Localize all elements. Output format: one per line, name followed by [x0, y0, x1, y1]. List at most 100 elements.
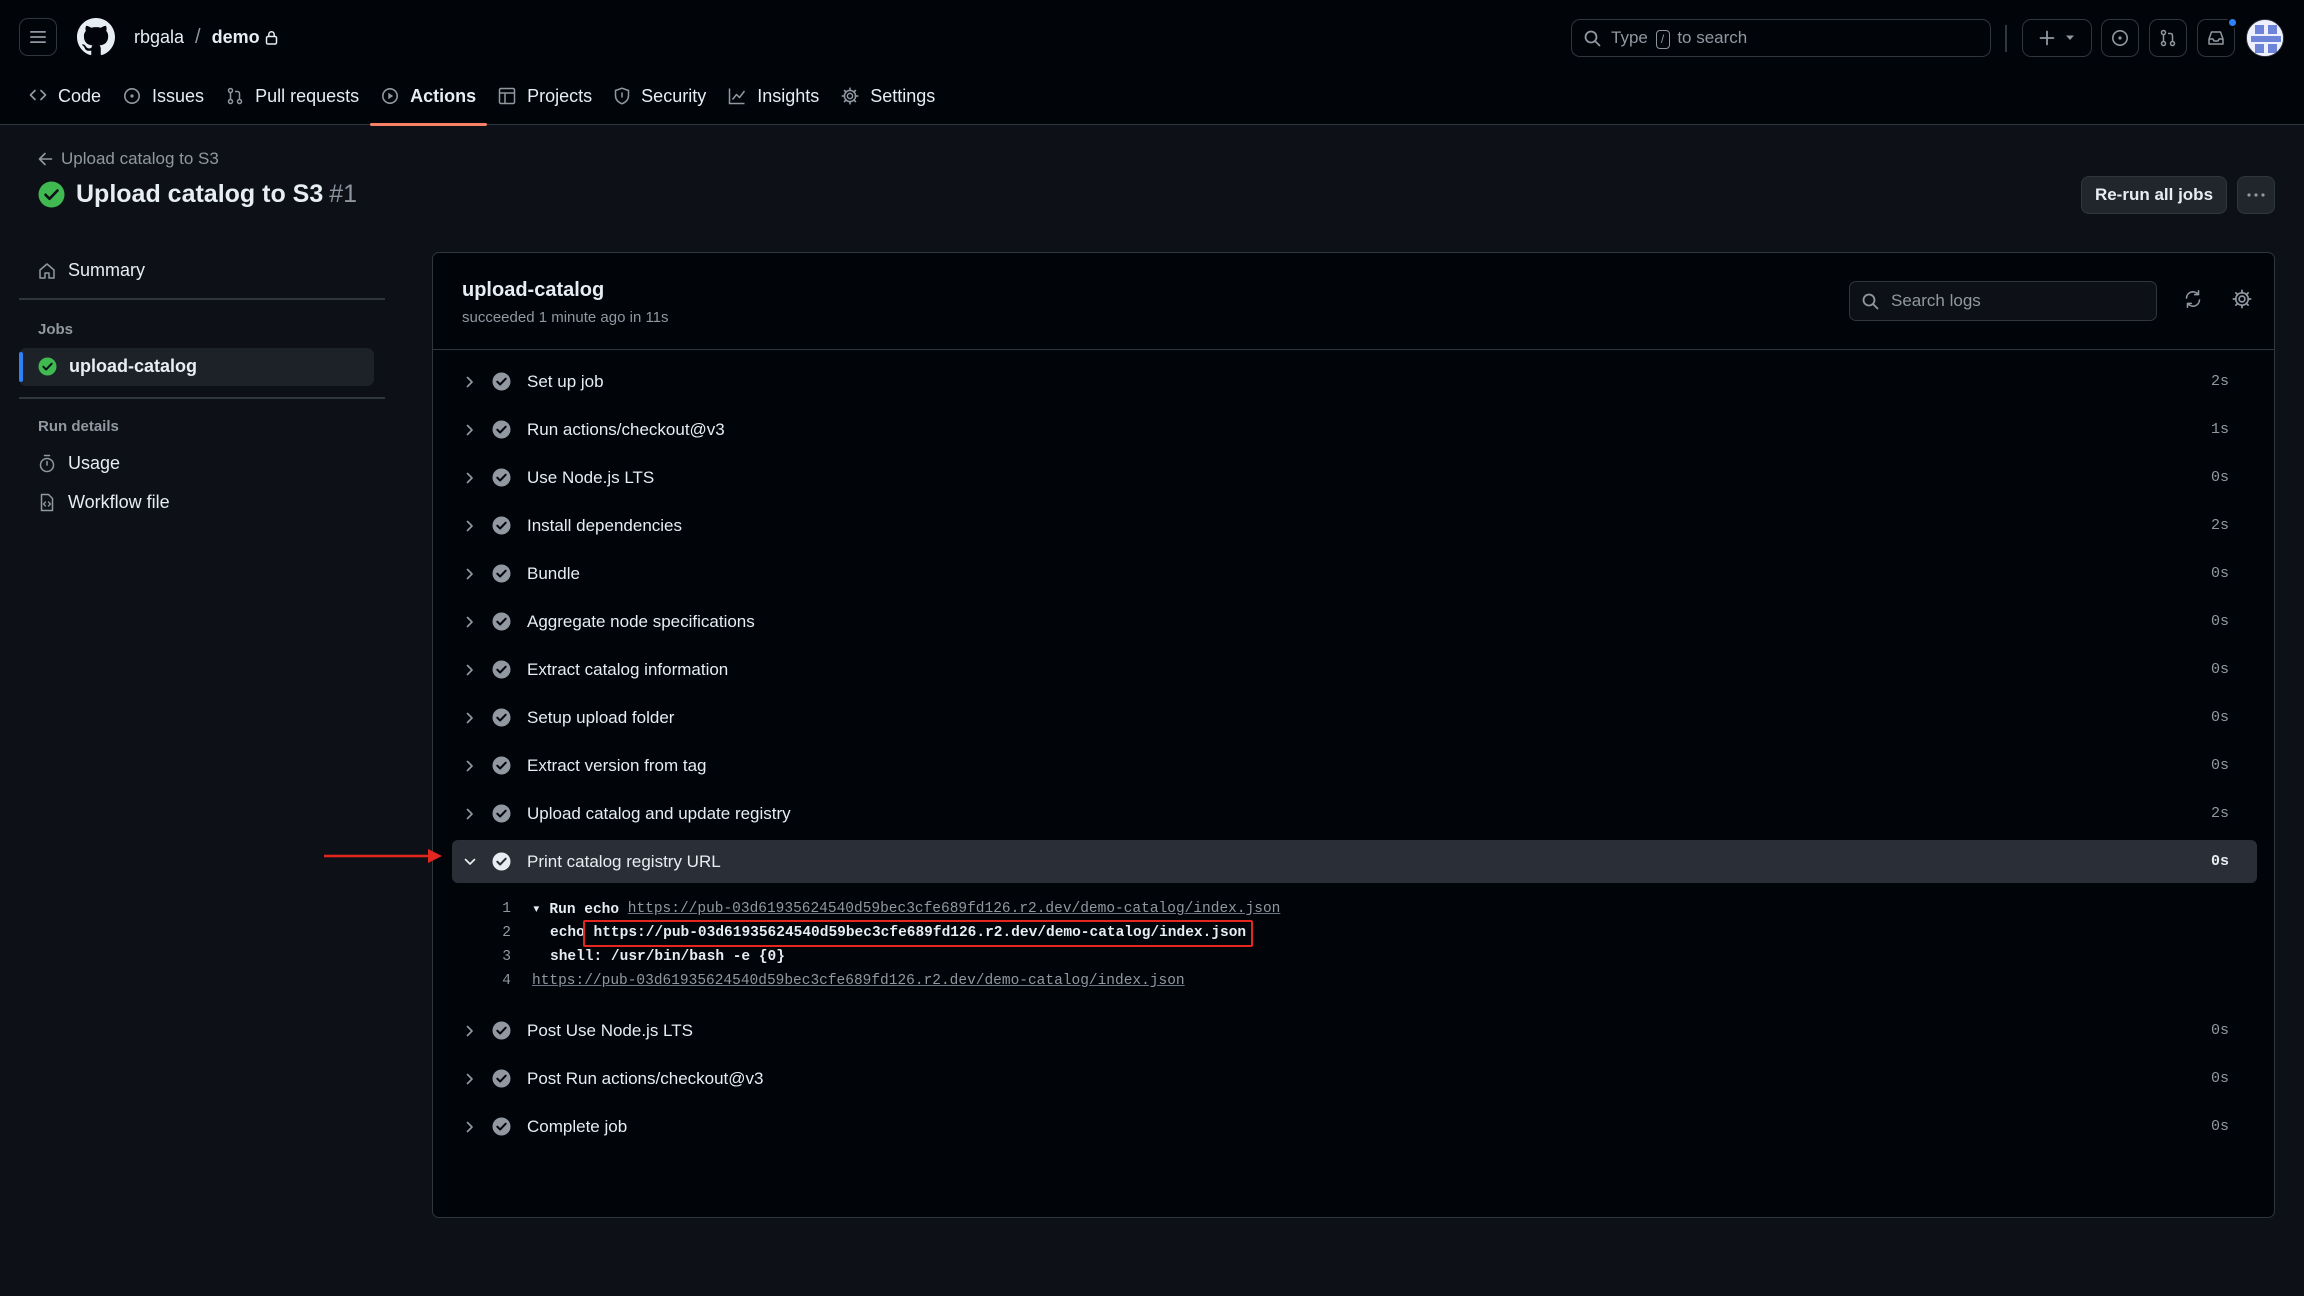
- tab-issues[interactable]: Issues: [112, 78, 215, 125]
- menu-button[interactable]: [19, 18, 57, 56]
- job-name: upload-catalog: [462, 279, 605, 301]
- plus-icon: [2039, 30, 2055, 46]
- sidebar-item-label: Workflow file: [68, 492, 170, 512]
- step-row[interactable]: Complete job 0s: [452, 1105, 2257, 1148]
- repo-nav-tabs: Code Issues Pull requests Actions Projec…: [18, 78, 946, 126]
- log-line: 3 shell: /usr/bin/bash -e {0}: [475, 945, 785, 969]
- check-circle-icon: [492, 468, 514, 487]
- step-duration: 1s: [2210, 421, 2229, 438]
- issues-button[interactable]: [2101, 19, 2139, 57]
- tab-security[interactable]: Security: [603, 78, 717, 125]
- log-settings-button[interactable]: [2232, 289, 2252, 309]
- step-row[interactable]: Extract catalog information 0s: [452, 648, 2257, 691]
- search-logs-input[interactable]: Search logs: [1849, 281, 2157, 321]
- tab-insights[interactable]: Insights: [717, 78, 830, 125]
- file-code-icon: [40, 493, 54, 512]
- owner-link[interactable]: rbgala: [134, 27, 184, 48]
- line-number: 2: [502, 925, 511, 941]
- create-new-button[interactable]: [2022, 19, 2092, 57]
- jobs-heading: Jobs: [38, 321, 74, 338]
- step-row[interactable]: Run actions/checkout@v3 1s: [452, 408, 2257, 451]
- tab-pull-requests[interactable]: Pull requests: [215, 78, 370, 125]
- log-url-link[interactable]: https://pub-03d61935624540d59bec3cfe689f…: [532, 973, 1185, 989]
- gear-icon: [2232, 289, 2252, 309]
- annotation-arrow-icon: [324, 849, 442, 863]
- step-row[interactable]: Extract version from tag 0s: [452, 744, 2257, 787]
- step-name: Print catalog registry URL: [527, 851, 721, 871]
- step-duration: 0s: [2210, 1118, 2229, 1135]
- check-circle-icon: [492, 804, 514, 823]
- tab-label: Projects: [527, 86, 593, 106]
- back-to-workflow-link[interactable]: Upload catalog to S3: [38, 149, 219, 169]
- sidebar-divider: [19, 397, 385, 399]
- step-row[interactable]: Post Run actions/checkout@v3 0s: [452, 1057, 2257, 1100]
- step-name: Set up job: [527, 371, 604, 391]
- sidebar-item-workflow-file[interactable]: Workflow file: [38, 492, 170, 513]
- tab-projects[interactable]: Projects: [487, 78, 603, 125]
- check-circle-fill-icon: [38, 357, 57, 376]
- stopwatch-icon: [39, 454, 55, 473]
- graph-icon: [728, 88, 746, 105]
- log-line: 1 ▾ Run echo https://pub-03d61935624540d…: [475, 897, 1280, 921]
- path-separator: /: [195, 26, 201, 48]
- more-options-button[interactable]: [2237, 176, 2275, 214]
- line-number: 1: [502, 901, 511, 917]
- pull-requests-button[interactable]: [2149, 19, 2187, 57]
- step-row[interactable]: Post Use Node.js LTS 0s: [452, 1009, 2257, 1052]
- step-row[interactable]: Set up job 2s: [452, 360, 2257, 403]
- chevron-right-icon: [452, 1121, 488, 1133]
- notification-indicator: [2227, 17, 2238, 28]
- tab-label: Pull requests: [255, 86, 360, 106]
- sidebar-item-upload-catalog[interactable]: upload-catalog: [38, 356, 197, 377]
- log-url-link[interactable]: https://pub-03d61935624540d59bec3cfe689f…: [628, 901, 1281, 917]
- log-line: 4 https://pub-03d61935624540d59bec3cfe68…: [475, 969, 1185, 993]
- chevron-right-icon: [452, 424, 488, 436]
- git-pull-request-icon: [2160, 29, 2176, 47]
- log-text[interactable]: ▾ Run echo: [532, 901, 619, 918]
- step-name: Upload catalog and update registry: [527, 803, 791, 823]
- repo-link[interactable]: demo: [212, 27, 260, 48]
- step-duration: 0s: [2210, 565, 2229, 582]
- tab-actions[interactable]: Actions: [370, 78, 488, 126]
- tab-settings[interactable]: Settings: [830, 78, 946, 125]
- page-title: Upload catalog to S3 #1: [38, 180, 357, 209]
- rerun-all-jobs-button[interactable]: Re-run all jobs: [2081, 176, 2227, 214]
- step-duration: 0s: [2210, 757, 2229, 774]
- refresh-logs-button[interactable]: [2183, 289, 2203, 309]
- step-row[interactable]: Aggregate node specifications 0s: [452, 600, 2257, 643]
- step-row[interactable]: Setup upload folder 0s: [452, 696, 2257, 739]
- step-name: Extract catalog information: [527, 659, 729, 679]
- table-icon: [498, 87, 516, 105]
- chevron-right-icon: [452, 568, 488, 580]
- run-title-text: Upload catalog to S3: [76, 180, 324, 208]
- step-row[interactable]: Bundle 0s: [452, 552, 2257, 595]
- check-circle-icon: [492, 420, 514, 439]
- check-circle-icon: [492, 708, 514, 727]
- step-row[interactable]: Use Node.js LTS 0s: [452, 456, 2257, 499]
- chevron-right-icon: [452, 712, 488, 724]
- sync-icon: [2185, 290, 2201, 308]
- github-logo-icon[interactable]: [77, 18, 115, 56]
- step-name: Bundle: [527, 563, 580, 583]
- step-duration: 0s: [2210, 1022, 2229, 1039]
- step-duration: 0s: [2210, 709, 2229, 726]
- step-name: Complete job: [527, 1116, 628, 1136]
- chevron-right-icon: [452, 1073, 488, 1085]
- avatar[interactable]: [2246, 19, 2284, 57]
- step-row[interactable]: Install dependencies 2s: [452, 504, 2257, 547]
- tab-label: Actions: [410, 86, 477, 106]
- global-search-input[interactable]: Type / to search: [1571, 19, 1991, 57]
- chevron-right-icon: [452, 1025, 488, 1037]
- sidebar-item-usage[interactable]: Usage: [38, 453, 120, 474]
- code-icon: [29, 89, 47, 101]
- step-row[interactable]: Upload catalog and update registry 2s: [452, 792, 2257, 835]
- step-row-expanded[interactable]: Print catalog registry URL 0s: [452, 840, 2257, 883]
- step-name: Setup upload folder: [527, 707, 675, 727]
- home-icon: [39, 262, 55, 279]
- step-duration: 0s: [2210, 661, 2229, 678]
- chevron-right-icon: [452, 808, 488, 820]
- tab-code[interactable]: Code: [18, 78, 112, 125]
- sidebar-item-summary[interactable]: Summary: [38, 260, 145, 281]
- line-number: 3: [502, 949, 511, 965]
- search-hint-suffix: to search: [1677, 27, 1748, 47]
